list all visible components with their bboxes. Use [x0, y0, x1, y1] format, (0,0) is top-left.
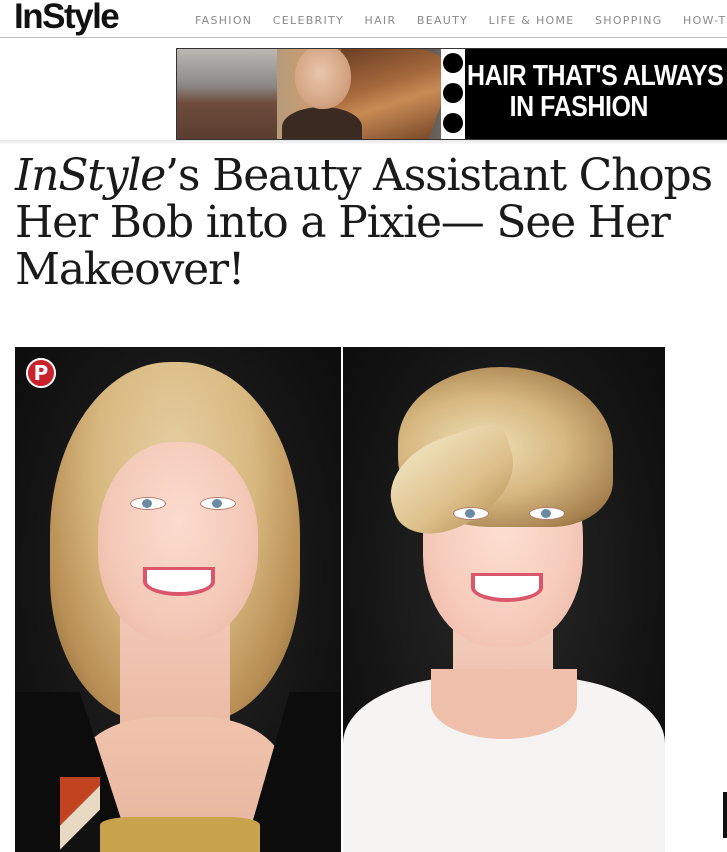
- ad-photo: [177, 49, 462, 139]
- scrollbar-fragment: [723, 792, 727, 838]
- main-nav: FASHION CELEBRITY HAIR BEAUTY LIFE & HOM…: [195, 11, 727, 29]
- ad-headline: HAIR THAT'S ALWAYS IN FASHION: [467, 60, 724, 123]
- ad-headline-line-1: HAIR THAT'S ALWAYS: [467, 60, 724, 92]
- article-title: InStyle’s Beauty Assistant Chops Her Bob…: [15, 152, 715, 293]
- nav-item-how-to[interactable]: HOW-TO: [683, 14, 727, 27]
- ad-headline-line-2: IN FASHION: [509, 91, 649, 123]
- nav-item-celebrity[interactable]: CELEBRITY: [273, 14, 344, 27]
- ad-banner[interactable]: HAIR THAT'S ALWAYS IN FASHION: [176, 48, 727, 140]
- nav-item-shopping[interactable]: SHOPPING: [595, 14, 663, 27]
- pinterest-icon[interactable]: P: [26, 358, 56, 388]
- after-photo: [343, 347, 665, 852]
- site-header: InStyle FASHION CELEBRITY HAIR BEAUTY LI…: [0, 0, 727, 38]
- site-logo[interactable]: InStyle: [14, 0, 120, 37]
- ad-dot-pattern: [441, 49, 465, 139]
- nav-item-life-home[interactable]: LIFE & HOME: [489, 14, 575, 27]
- before-photo: [15, 347, 341, 852]
- divider: [0, 140, 727, 145]
- title-brand: InStyle: [15, 150, 166, 201]
- nav-item-beauty[interactable]: BEAUTY: [417, 14, 468, 27]
- nav-item-hair[interactable]: HAIR: [365, 14, 397, 27]
- nav-item-fashion[interactable]: FASHION: [195, 14, 252, 27]
